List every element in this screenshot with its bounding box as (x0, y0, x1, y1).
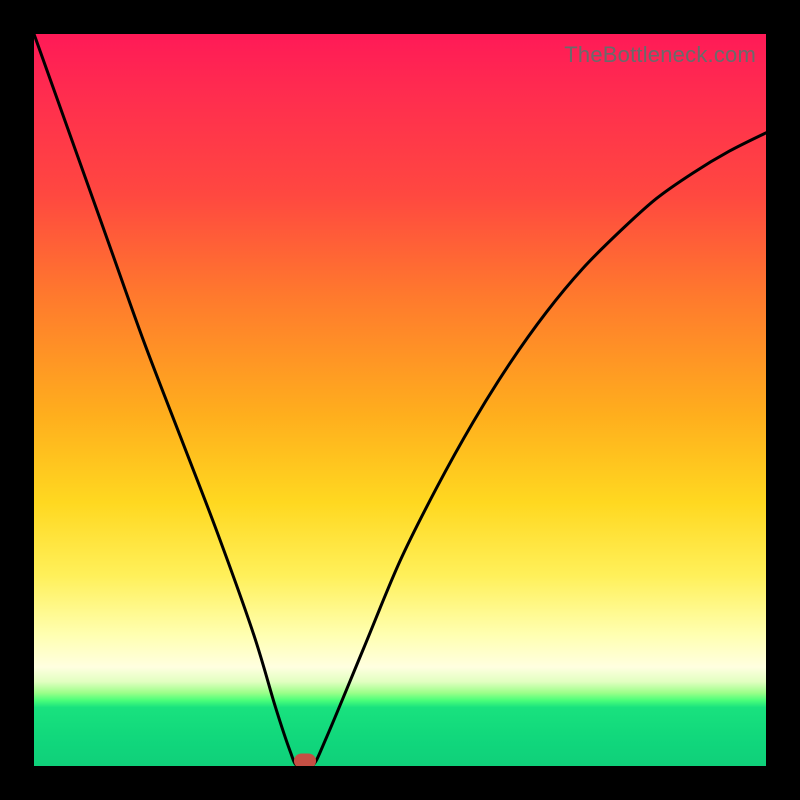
chart-frame: TheBottleneck.com (0, 0, 800, 800)
optimum-marker (294, 754, 316, 767)
plot-area: TheBottleneck.com (34, 34, 766, 766)
bottleneck-curve (34, 34, 766, 766)
